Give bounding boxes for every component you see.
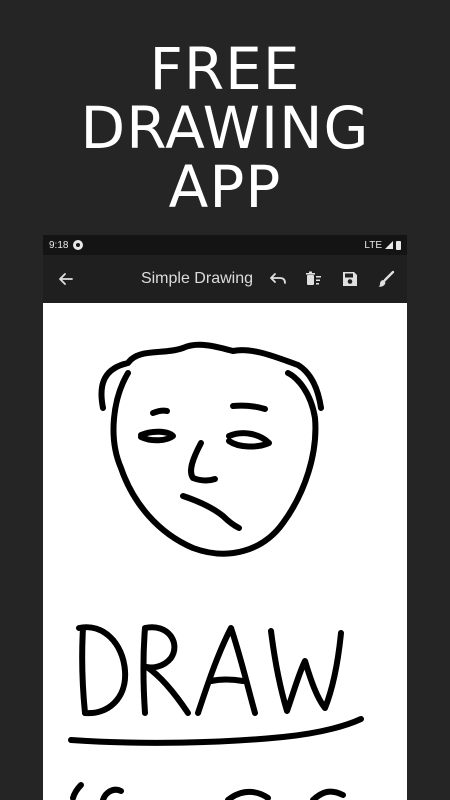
- promo-line-2: DRAWING: [80, 94, 370, 162]
- brush-button[interactable]: [375, 268, 397, 290]
- clear-all-icon: [306, 271, 321, 285]
- back-button[interactable]: [55, 268, 77, 290]
- promo-line-1: FREE: [149, 35, 301, 103]
- phone-screenshot: 9:18 LTE Simple Drawing: [43, 235, 407, 800]
- undo-button[interactable]: [267, 268, 289, 290]
- app-toolbar: Simple Drawing: [43, 255, 407, 303]
- signal-icon: [385, 241, 393, 249]
- save-button[interactable]: [339, 268, 361, 290]
- clear-button[interactable]: [303, 268, 325, 290]
- promo-headline: FREE DRAWING APP: [0, 40, 450, 217]
- status-bar: 9:18 LTE: [43, 235, 407, 255]
- status-time: 9:18: [49, 239, 69, 251]
- brush-icon: [378, 270, 395, 287]
- save-icon: [343, 272, 357, 286]
- app-title: Simple Drawing: [140, 270, 253, 287]
- drawing-canvas[interactable]: [43, 303, 407, 800]
- notification-icon: [73, 240, 84, 250]
- promo-line-3: APP: [168, 153, 282, 221]
- drawing-strokes: [68, 341, 364, 800]
- arrow-back-icon: [59, 273, 73, 285]
- battery-icon: [396, 240, 401, 250]
- undo-icon: [270, 273, 286, 284]
- network-type: LTE: [364, 239, 382, 251]
